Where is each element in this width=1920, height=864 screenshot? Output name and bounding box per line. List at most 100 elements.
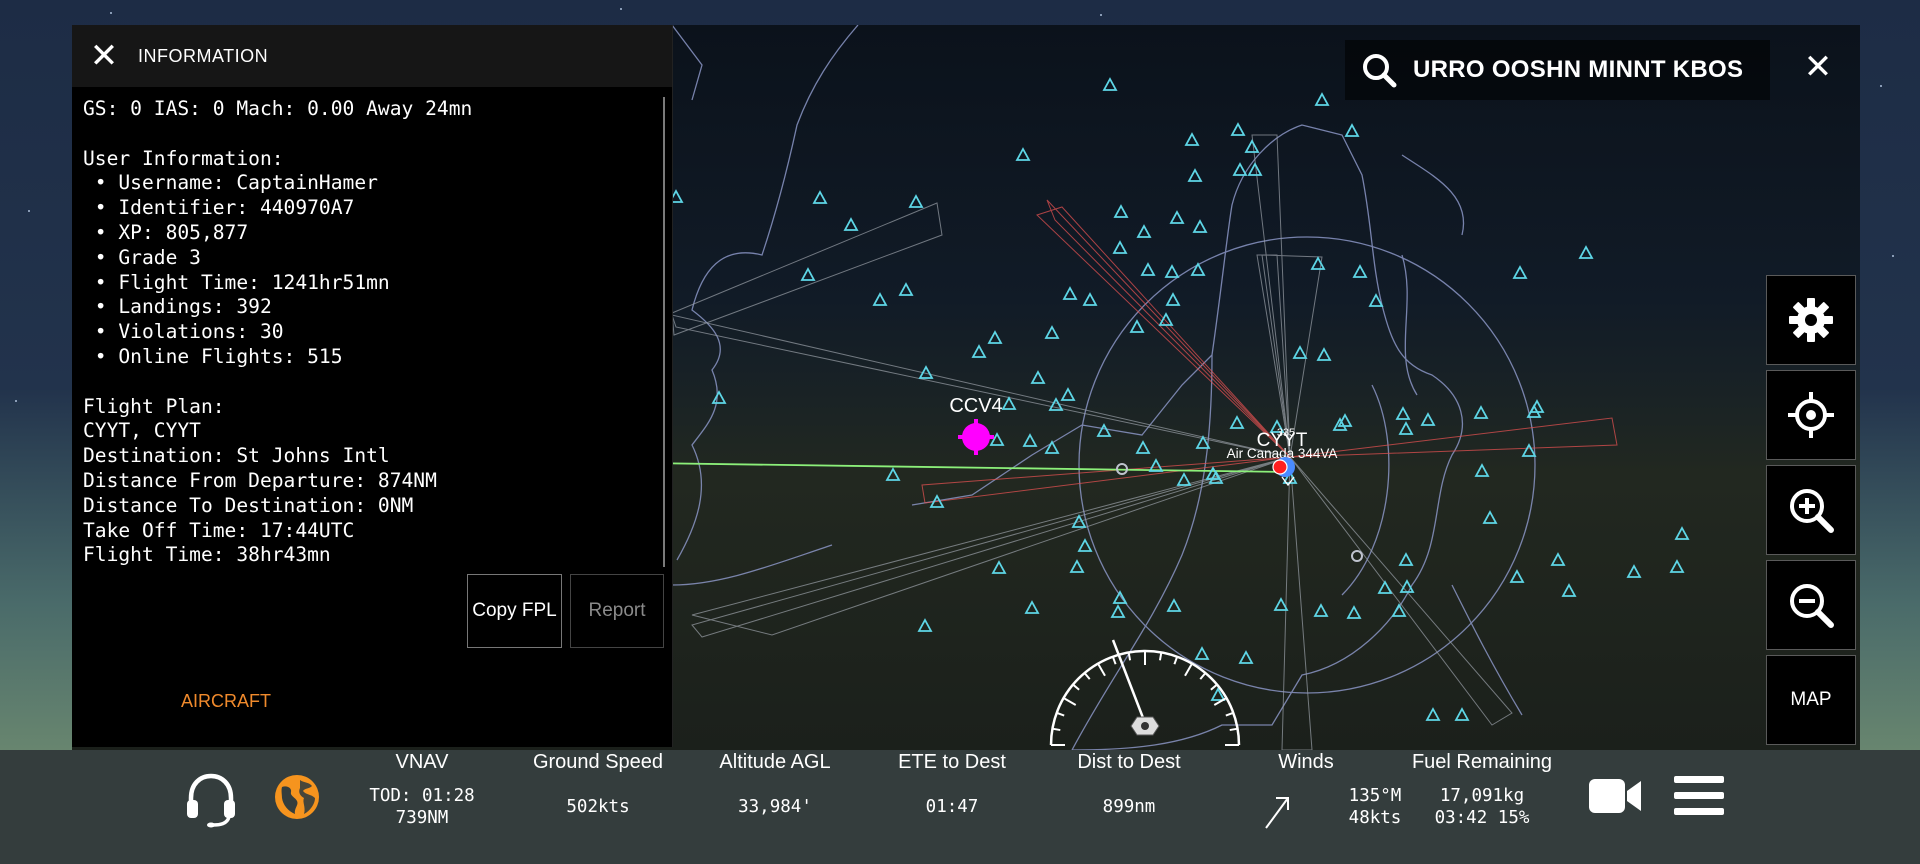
info-line: Flight Plan: [83, 394, 225, 418]
airport-cyyt[interactable]: CYYT 335 Air Canada 344VA [1227, 427, 1338, 487]
info-scrollbar[interactable] [663, 97, 665, 567]
navaid-triangle-icon [1112, 590, 1128, 604]
waypoint-ccv4[interactable]: CCV4 [949, 395, 1003, 455]
locate-aircraft-button[interactable] [1766, 370, 1856, 460]
globe-icon[interactable] [274, 774, 320, 820]
hamburger-menu-icon[interactable] [1672, 774, 1726, 818]
settings-button[interactable] [1766, 275, 1856, 365]
dial-tick [1072, 683, 1080, 691]
navaid-triangle-icon [987, 330, 1003, 344]
navaid-triangle-icon [1022, 433, 1038, 447]
dist-value: 899nm [1102, 797, 1156, 817]
runway-funnel [1289, 417, 1618, 458]
navaid-triangle-icon [1230, 122, 1246, 136]
dial-tick [1225, 711, 1234, 717]
navaid-triangle-icon [1292, 345, 1308, 359]
navaid-triangle-icon [1135, 440, 1151, 454]
dial-tick [1173, 656, 1179, 665]
navaid-triangle-icon [711, 390, 727, 404]
navaid-triangle-icon [872, 292, 888, 306]
navaid-triangle-icon [1578, 245, 1594, 259]
navaid-triangle-icon [1187, 168, 1203, 182]
dial-hub-center [1141, 722, 1149, 730]
info-line: CYYT, CYYT [83, 419, 201, 443]
navaid-triangle-icon [1352, 264, 1368, 278]
navaid-triangle-icon [1244, 139, 1260, 153]
info-panel-header: ✕ INFORMATION [72, 25, 672, 87]
waypoint-label: CCV4 [949, 395, 1002, 417]
navaid-triangle-icon [1395, 406, 1411, 420]
navaid-triangle-icon [1316, 347, 1332, 361]
info-line [83, 122, 653, 147]
route-search-bar[interactable]: URRO OOSHN MINNT KBOS [1345, 40, 1770, 100]
star [1880, 85, 1882, 87]
info-line: • Landings: 392 [83, 295, 272, 319]
vor-icon [1351, 550, 1363, 562]
headset-icon[interactable] [182, 770, 240, 828]
runway-funnel [1036, 206, 1291, 458]
navaid-triangle-icon [1229, 415, 1245, 429]
search-icon [1363, 54, 1397, 88]
info-line: User Information: [83, 146, 284, 170]
navaid-triangle-icon [1096, 423, 1112, 437]
zoom-out-button[interactable] [1766, 560, 1856, 650]
navaid-triangle-icon [1346, 605, 1362, 619]
navaid-triangle-icon [1420, 412, 1436, 426]
altitude-label: Altitude AGL [719, 751, 831, 773]
video-camera-icon[interactable] [1587, 773, 1643, 819]
approach-funnel [1251, 134, 1291, 458]
bottom-status-bar: VNAV TOD: 01:28 739NM Ground Speed 502kt… [0, 750, 1920, 864]
navaid-triangle-icon [1082, 292, 1098, 306]
dial-tick [1210, 683, 1218, 691]
info-line: Take Off Time: 17:44UTC [83, 518, 355, 542]
coastline [671, 544, 833, 586]
close-x-icon[interactable]: ✕ [80, 32, 128, 80]
fuel-weight: 17,091kg [1439, 786, 1525, 806]
dial-tick [1213, 697, 1227, 706]
dial-tick [1158, 652, 1163, 661]
waypoint-cross [958, 419, 994, 455]
information-panel: ✕ INFORMATION GS: 0 IAS: 0 Mach: 0.00 Aw… [72, 25, 673, 747]
navaid-triangle-icon [1561, 583, 1577, 597]
navaid-triangle-icon [1247, 162, 1263, 176]
navaid-triangle-icon [1030, 370, 1046, 384]
star [110, 12, 112, 14]
navaid-triangle-icon [1176, 472, 1192, 486]
vnav-distance: 739NM [395, 808, 449, 828]
zoom-in-button[interactable] [1766, 465, 1856, 555]
navaid-triangle-icon [1060, 387, 1076, 401]
copy-fpl-button[interactable]: Copy FPL [467, 574, 562, 648]
navaid-triangle-icon [1158, 312, 1174, 326]
navaid-triangle-icon [1344, 123, 1360, 137]
aircraft-icon[interactable] [1272, 459, 1288, 475]
aircraft-tab[interactable]: AIRCRAFT [181, 691, 271, 712]
terminal-airspace-circle [1078, 236, 1536, 694]
navaid-triangle-icon [1169, 210, 1185, 224]
navaid-triangle-icon [1190, 262, 1206, 276]
navaid-triangle-icon [1112, 240, 1128, 254]
navaid-triangle-icon [1102, 77, 1118, 91]
dial-tick [1097, 663, 1106, 677]
navaid-triangle-icon [1377, 580, 1393, 594]
report-button[interactable]: Report [570, 574, 664, 648]
navaid-triangle-icon [1398, 421, 1414, 435]
coastlines [671, 25, 1536, 750]
route-search-text[interactable]: URRO OOSHN MINNT KBOS [1413, 56, 1743, 84]
ete-value: 01:47 [925, 797, 979, 817]
zoom-in-icon [1790, 489, 1834, 533]
close-x-icon[interactable]: ✕ [1796, 45, 1840, 89]
dial-tick [1052, 727, 1061, 732]
navaid-triangle-icon [1184, 132, 1200, 146]
navaid-triangle-icon [1310, 256, 1326, 270]
info-line: • Online Flights: 515 [83, 344, 343, 368]
map-mode-button[interactable]: MAP [1766, 655, 1856, 745]
info-line: • Identifier: 440970A7 [83, 196, 355, 220]
approach-funnel [691, 456, 1291, 636]
dial-tick [1111, 656, 1117, 665]
info-line: Flight Time: 38hr43mn [83, 543, 331, 567]
info-line [83, 370, 653, 395]
navaid-triangle-icon [1140, 262, 1156, 276]
navaid-triangle-icon [1069, 559, 1085, 573]
dial-tick [1229, 727, 1238, 732]
navaid-triangles [592, 77, 1690, 721]
